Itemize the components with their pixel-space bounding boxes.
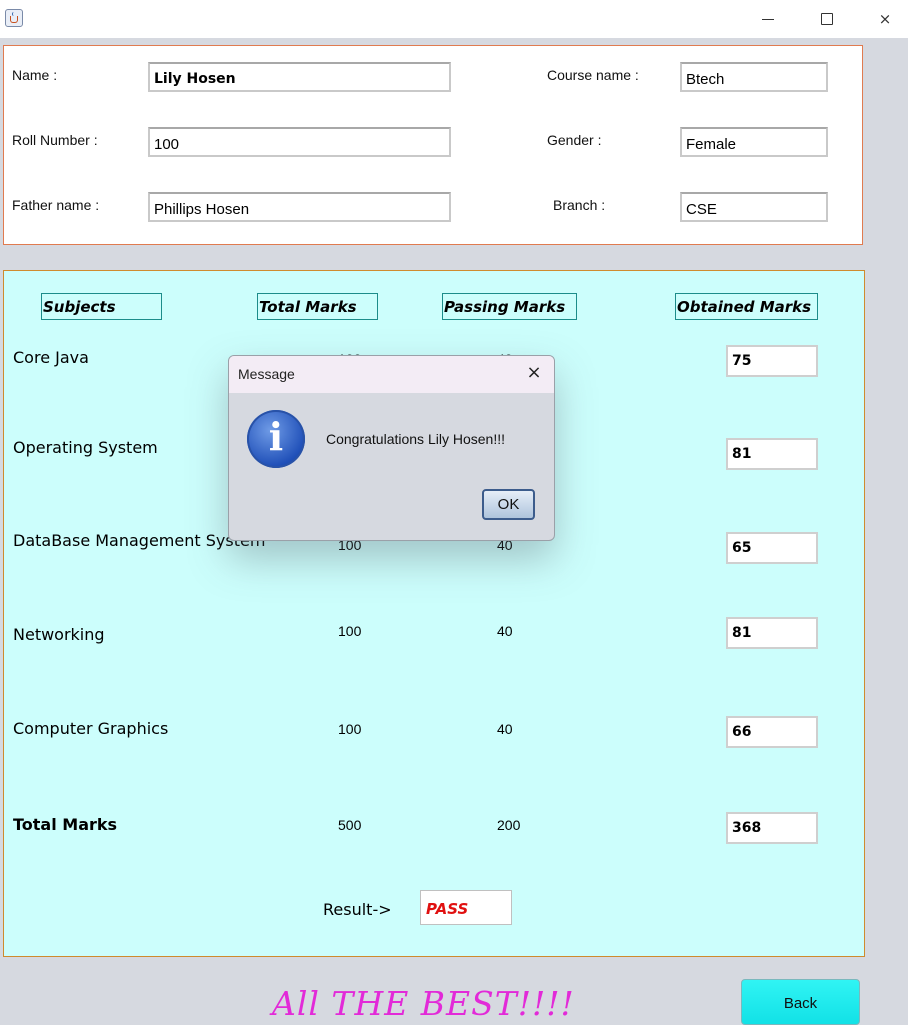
total-marks-value: 100 bbox=[338, 623, 362, 639]
subject-networking: Networking bbox=[13, 625, 105, 644]
dialog-message: Congratulations Lily Hosen!!! bbox=[326, 431, 505, 447]
course-name-field[interactable]: Btech bbox=[680, 62, 828, 92]
total-obtained-field[interactable]: 368 bbox=[726, 812, 818, 844]
window-title-bar: × bbox=[0, 0, 908, 38]
passing-marks-header: Passing Marks bbox=[442, 293, 577, 320]
java-cup-icon[interactable] bbox=[5, 9, 23, 27]
father-name-label: Father name : bbox=[12, 197, 100, 213]
dialog-close-button[interactable]: × bbox=[523, 362, 545, 384]
dialog-title: Message bbox=[238, 366, 295, 382]
obtained-operating-system-field[interactable]: 81 bbox=[726, 438, 818, 470]
ok-button[interactable]: OK bbox=[482, 489, 535, 520]
gender-label: Gender : bbox=[547, 132, 602, 148]
minimize-button[interactable] bbox=[756, 8, 780, 30]
obtained-networking-field[interactable]: 81 bbox=[726, 617, 818, 649]
subject-operating-system: Operating System bbox=[13, 438, 158, 457]
window-close-button[interactable]: × bbox=[873, 8, 897, 30]
obtained-computer-graphics-field[interactable]: 66 bbox=[726, 716, 818, 748]
minimize-icon bbox=[762, 19, 774, 20]
branch-label: Branch : bbox=[553, 197, 606, 213]
message-dialog: Message × i Congratulations Lily Hosen!!… bbox=[228, 355, 555, 541]
total-marks-label: Total Marks bbox=[13, 815, 118, 834]
result-field[interactable]: PASS bbox=[420, 890, 512, 925]
name-label: Name : bbox=[12, 67, 58, 83]
student-details-panel: Name : Lily Hosen Roll Number : 100 Fath… bbox=[3, 45, 863, 245]
obtained-marks-header: Obtained Marks bbox=[675, 293, 818, 320]
back-button[interactable]: Back bbox=[741, 979, 860, 1025]
grand-total-value: 500 bbox=[338, 817, 362, 833]
roll-number-field[interactable]: 100 bbox=[148, 127, 451, 157]
obtained-dbms-field[interactable]: 65 bbox=[726, 532, 818, 564]
name-field[interactable]: Lily Hosen bbox=[148, 62, 451, 92]
roll-number-label: Roll Number : bbox=[12, 132, 98, 148]
subjects-header: Subjects bbox=[41, 293, 162, 320]
passing-marks-value: 40 bbox=[497, 721, 513, 737]
passing-marks-value: 40 bbox=[497, 623, 513, 639]
maximize-button[interactable] bbox=[814, 8, 838, 30]
obtained-core-java-field[interactable]: 75 bbox=[726, 345, 818, 377]
subject-core-java: Core Java bbox=[13, 348, 89, 367]
info-icon: i bbox=[247, 410, 305, 468]
father-name-field[interactable]: Phillips Hosen bbox=[148, 192, 451, 222]
dialog-title-bar: Message × bbox=[229, 356, 554, 393]
result-label: Result-> bbox=[323, 900, 392, 919]
total-marks-value: 100 bbox=[338, 721, 362, 737]
subject-computer-graphics: Computer Graphics bbox=[13, 719, 169, 738]
grand-passing-value: 200 bbox=[497, 817, 521, 833]
gender-field[interactable]: Female bbox=[680, 127, 828, 157]
course-name-label: Course name : bbox=[547, 67, 639, 83]
branch-field[interactable]: CSE bbox=[680, 192, 828, 222]
maximize-icon bbox=[821, 13, 833, 25]
total-marks-header: Total Marks bbox=[257, 293, 378, 320]
all-the-best-slogan: All THE BEST!!!! bbox=[272, 984, 575, 1023]
